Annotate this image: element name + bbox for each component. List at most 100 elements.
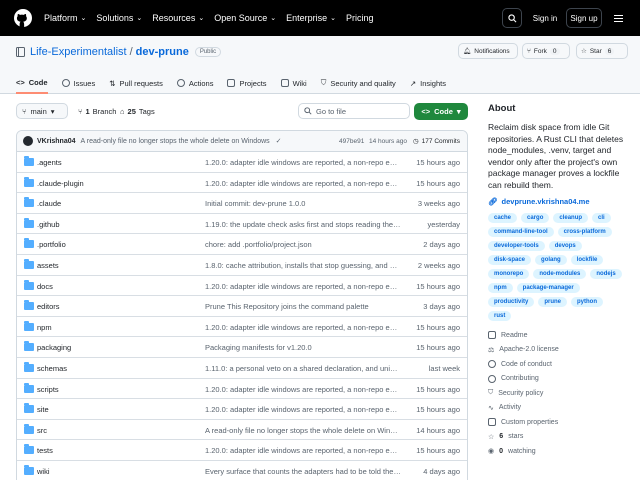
sign-in-button[interactable]: Sign in [528, 8, 562, 28]
commit-message[interactable]: A read-only file no longer stops the who… [81, 138, 270, 145]
nav-platform[interactable]: Platform ⌄ [44, 13, 86, 23]
shield-icon: ⛉ [320, 78, 327, 87]
file-name-link[interactable]: tests [37, 446, 53, 455]
activity-link[interactable]: ∿ Activity [488, 401, 628, 416]
file-commit-message[interactable]: Packaging manifests for v1.20.0 [205, 343, 401, 352]
file-commit-message[interactable]: 1.11.0: a personal veto on a shared decl… [205, 364, 401, 373]
topic-tag[interactable]: cleanup [553, 213, 589, 223]
tab-code[interactable]: <> Code [16, 72, 48, 94]
topic-tag[interactable]: disk-space [488, 255, 532, 265]
table-row: npm 1.20.0: adapter idle windows are repo… [17, 317, 467, 338]
security-policy-link[interactable]: ⛉ Security policy [488, 386, 628, 401]
readme-link[interactable]: Readme [488, 328, 628, 343]
code-button[interactable]: <> Code ▾ [414, 103, 468, 120]
file-name-link[interactable]: assets [37, 261, 59, 270]
file-name-link[interactable]: scripts [37, 385, 59, 394]
fork-button[interactable]: ⑂ Fork 0 [522, 43, 570, 59]
watchers-link[interactable]: ◉ 0 watching [488, 444, 628, 459]
topic-tag[interactable]: package-manager [516, 283, 580, 293]
menu-icon[interactable] [608, 8, 628, 28]
tab-pull-requests[interactable]: ⇅ Pull requests [109, 72, 163, 94]
file-commit-message[interactable]: 1.20.0: adapter idle windows are reporte… [205, 405, 401, 414]
tab-wiki[interactable]: Wiki [280, 72, 307, 94]
tab-security[interactable]: ⛉ Security and quality [321, 72, 396, 94]
nav-pricing[interactable]: Pricing [346, 13, 374, 23]
topic-tag[interactable]: command-line-tool [488, 227, 554, 237]
commit-hash[interactable]: 497be91 [339, 138, 364, 145]
file-commit-message[interactable]: 1.20.0: adapter idle windows are reporte… [205, 158, 401, 167]
go-to-file-input[interactable]: Go to file [298, 103, 410, 119]
stars-link[interactable]: ☆ 6 stars [488, 430, 628, 445]
tab-insights[interactable]: ↗ Insights [410, 72, 446, 94]
topic-tag[interactable]: npm [488, 283, 513, 293]
topic-tag[interactable]: golang [535, 255, 567, 265]
file-commit-message[interactable]: A read-only file no longer stops the who… [205, 426, 401, 435]
caret-down-icon: ▾ [456, 107, 461, 116]
file-commit-message[interactable]: Every surface that counts the adapters h… [205, 467, 401, 476]
tab-projects[interactable]: Projects [227, 72, 267, 94]
nav-enterprise[interactable]: Enterprise ⌄ [286, 13, 336, 23]
branches-link[interactable]: ⑂ 1 Branch [78, 103, 116, 119]
tab-actions[interactable]: Actions [176, 72, 213, 94]
custom-properties-link[interactable]: Custom properties [488, 415, 628, 430]
sign-up-button[interactable]: Sign up [566, 8, 602, 28]
topic-tag[interactable]: prune [538, 297, 568, 307]
search-button[interactable] [502, 8, 522, 28]
notifications-button[interactable]: 🔔︎ Notifications [458, 43, 518, 59]
topic-tag[interactable]: monorepo [488, 269, 530, 279]
topic-tag[interactable]: rust [488, 311, 512, 321]
nav-resources[interactable]: Resources ⌄ [152, 13, 204, 23]
table-row: wiki Every surface that counts the adapte… [17, 461, 467, 480]
file-name-link[interactable]: .agents [37, 158, 62, 167]
file-name-link[interactable]: editors [37, 302, 60, 311]
file-name-link[interactable]: .claude-plugin [37, 179, 84, 188]
topic-tag[interactable]: devops [548, 241, 582, 251]
contributing-link[interactable]: Contributing [488, 372, 628, 387]
file-name-link[interactable]: .claude [37, 199, 61, 208]
file-name-link[interactable]: src [37, 426, 47, 435]
file-commit-message[interactable]: 1.19.0: the update check asks first and … [205, 220, 401, 229]
topic-tag[interactable]: cache [488, 213, 518, 223]
tab-issues[interactable]: Issues [61, 72, 95, 94]
license-link[interactable]: ⚖ Apache-2.0 license [488, 343, 628, 358]
file-name-link[interactable]: packaging [37, 343, 71, 352]
file-commit-message[interactable]: 1.20.0: adapter idle windows are reporte… [205, 179, 401, 188]
file-name-link[interactable]: wiki [37, 467, 50, 476]
file-commit-message[interactable]: 1.20.0: adapter idle windows are reporte… [205, 323, 401, 332]
topic-tag[interactable]: cross-platform [557, 227, 612, 237]
branch-select[interactable]: ⑂ main ▾ [16, 103, 68, 119]
repo-name-link[interactable]: dev-prune [136, 46, 189, 58]
file-name-link[interactable]: .github [37, 220, 60, 229]
topic-tag[interactable]: productivity [488, 297, 535, 307]
nav-solutions[interactable]: Solutions ⌄ [96, 13, 142, 23]
file-commit-message[interactable]: 1.20.0: adapter idle windows are reporte… [205, 446, 401, 455]
file-commit-message[interactable]: chore: add .portfolio/project.json [205, 240, 401, 249]
file-name-link[interactable]: schemas [37, 364, 67, 373]
file-commit-message[interactable]: 1.8.0: cache attribution, installs that … [205, 261, 401, 270]
file-name-link[interactable]: docs [37, 282, 53, 291]
star-button[interactable]: ☆ Star 6 [576, 43, 628, 59]
tags-link[interactable]: ⌂ 25 Tags [120, 103, 155, 119]
file-name-link[interactable]: .portfolio [37, 240, 66, 249]
topic-tag[interactable]: node-modules [533, 269, 587, 279]
commit-author[interactable]: VKrishna04 [37, 138, 76, 145]
topic-tag[interactable]: developer-tools [488, 241, 545, 251]
file-commit-message[interactable]: Prune This Repository joins the command … [205, 302, 401, 311]
topic-tag[interactable]: cli [592, 213, 611, 223]
topic-tag[interactable]: python [571, 297, 604, 307]
repo-owner-link[interactable]: Life-Experimentalist [30, 46, 127, 58]
nav-open-source[interactable]: Open Source ⌄ [214, 13, 276, 23]
topic-tag[interactable]: cargo [521, 213, 550, 223]
code-of-conduct-link[interactable]: Code of conduct [488, 357, 628, 372]
commits-link[interactable]: ◷ 177 Commits [413, 137, 460, 146]
file-commit-message[interactable]: Initial commit: dev-prune 1.0.0 [205, 199, 401, 208]
file-name-link[interactable]: site [37, 405, 49, 414]
file-commit-message[interactable]: 1.20.0: adapter idle windows are reporte… [205, 385, 401, 394]
file-name-link[interactable]: npm [37, 323, 52, 332]
github-logo-icon[interactable] [14, 9, 32, 27]
topic-tag[interactable]: nodejs [590, 269, 622, 279]
topic-tag[interactable]: lockfile [570, 255, 604, 265]
website-link[interactable]: 🔗︎ devprune.vkrishna04.me [488, 197, 628, 206]
file-commit-message[interactable]: 1.20.0: adapter idle windows are reporte… [205, 282, 401, 291]
table-icon [227, 79, 236, 87]
